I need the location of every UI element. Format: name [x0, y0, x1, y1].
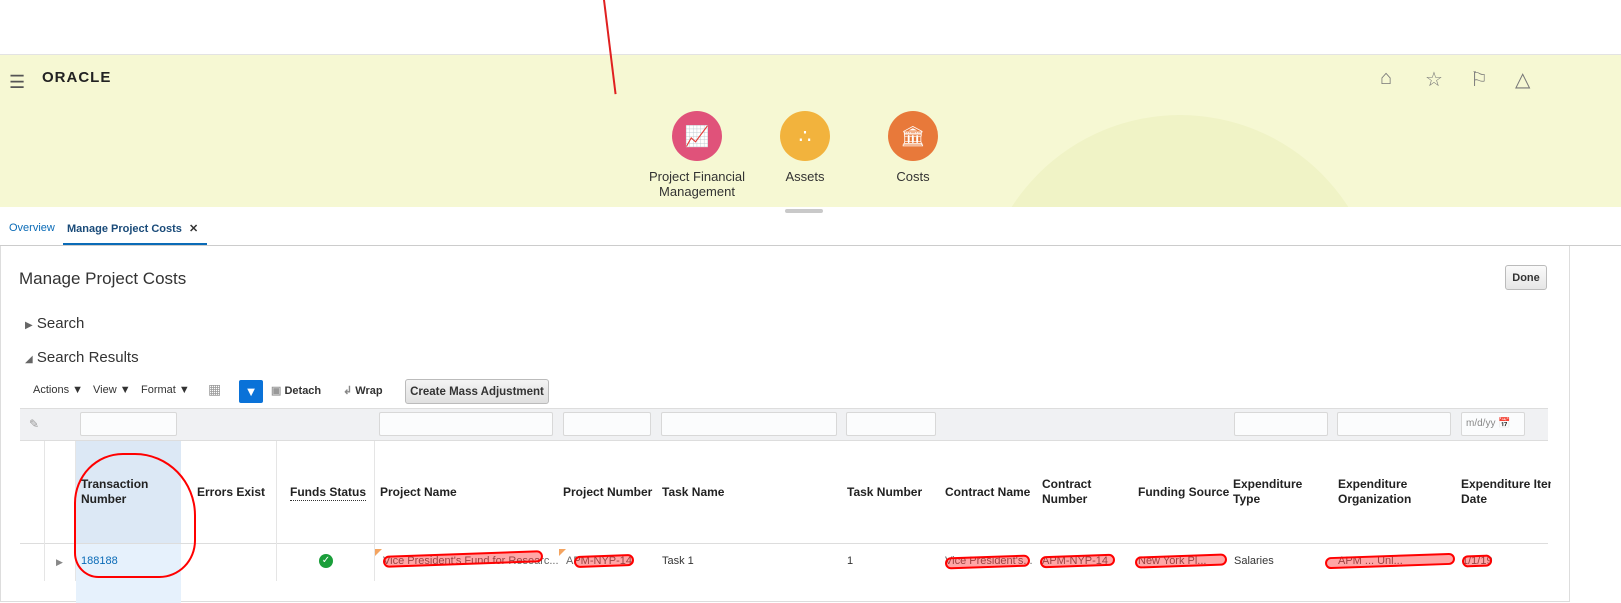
oracle-logo[interactable]: ORACLE	[42, 69, 111, 86]
filter-task-name[interactable]	[661, 412, 837, 436]
header-task-number[interactable]: Task Number	[847, 485, 922, 500]
query-by-example-button[interactable]: ▼	[239, 380, 263, 403]
annotation-circle	[74, 453, 196, 578]
assets-icon: ∴	[780, 111, 830, 161]
search-section-toggle[interactable]: ▶ Search	[25, 315, 84, 332]
filter-expenditure-date[interactable]: m/d/yy 📅	[1461, 412, 1525, 436]
header-expenditure-type[interactable]: Expenditure Type	[1233, 477, 1313, 507]
app-assets[interactable]: ∴ Assets	[745, 111, 865, 184]
page-title: Manage Project Costs	[19, 269, 187, 288]
freeze-columns-icon[interactable]: ▦	[208, 381, 221, 398]
filter-project-number[interactable]	[563, 412, 651, 436]
menu-icon[interactable]: ☰	[9, 72, 25, 93]
favorites-star-icon[interactable]: ☆	[1425, 67, 1443, 92]
chart-icon: 📈	[672, 111, 722, 161]
header-funding-source[interactable]: Funding Source	[1138, 485, 1229, 500]
close-icon[interactable]: ✕	[189, 223, 198, 235]
expand-triangle-icon: ▶	[25, 320, 33, 331]
global-header: ☰ ORACLE ⌂ ☆ ⚐ △ 📈 Project Financial Man…	[0, 55, 1621, 207]
app-project-financial-management[interactable]: 📈 Project Financial Management	[637, 111, 757, 199]
header-project-number[interactable]: Project Number	[563, 485, 652, 500]
view-menu[interactable]: View ▼	[93, 384, 131, 396]
tab-overview[interactable]: Overview	[5, 222, 59, 242]
wrap-button[interactable]: ↲ Wrap	[343, 384, 383, 397]
filter-expenditure-type[interactable]	[1234, 412, 1328, 436]
tab-bar: Overview Manage Project Costs ✕	[0, 216, 1621, 246]
filter-expenditure-org[interactable]	[1337, 412, 1451, 436]
header-contract-name[interactable]: Contract Name	[945, 485, 1030, 500]
done-button[interactable]: Done	[1505, 265, 1547, 290]
header-contract-number[interactable]: Contract Number	[1042, 477, 1122, 507]
header-task-name[interactable]: Task Name	[662, 485, 724, 500]
funds-status-check-icon: ✓	[319, 554, 333, 568]
create-mass-adjustment-button[interactable]: Create Mass Adjustment	[405, 379, 549, 404]
task-number-value: 1	[847, 555, 854, 567]
detach-button[interactable]: ▣ Detach	[271, 384, 321, 397]
expenditure-type-value: Salaries	[1234, 555, 1274, 567]
flag-icon[interactable]: ⚐	[1470, 67, 1488, 92]
app-costs[interactable]: 🏛 Costs	[853, 111, 973, 184]
filter-transaction-number[interactable]	[80, 412, 177, 436]
calendar-icon[interactable]: 📅	[1498, 418, 1510, 429]
collapse-handle[interactable]	[785, 209, 823, 213]
bank-icon: 🏛	[888, 111, 938, 161]
task-name-value: Task 1	[662, 555, 694, 567]
actions-menu[interactable]: Actions ▼	[33, 384, 83, 396]
top-band	[0, 0, 1621, 55]
edit-pencil-icon: ✎	[29, 417, 40, 431]
header-funds-status[interactable]: Funds Status	[290, 485, 367, 501]
notifications-bell-icon[interactable]: △	[1515, 67, 1530, 92]
changed-indicator	[559, 549, 566, 556]
tab-manage-project-costs[interactable]: Manage Project Costs ✕	[63, 222, 207, 245]
home-icon[interactable]: ⌂	[1380, 67, 1392, 90]
detach-icon: ▣	[271, 385, 282, 397]
filter-task-number[interactable]	[846, 412, 936, 436]
expand-row-icon[interactable]: ▶	[56, 557, 63, 568]
wrap-icon: ↲	[343, 385, 353, 397]
header-expenditure-organization[interactable]: Expenditure Organization	[1338, 477, 1438, 507]
redaction-scribble	[1461, 554, 1493, 568]
header-project-name[interactable]: Project Name	[380, 485, 457, 500]
changed-indicator	[375, 549, 382, 556]
search-results-section-toggle[interactable]: ◢ Search Results	[25, 349, 139, 366]
filter-project-name[interactable]	[379, 412, 553, 436]
redaction-scribble	[573, 553, 635, 569]
header-errors-exist[interactable]: Errors Exist	[197, 485, 265, 500]
collapse-triangle-icon: ◢	[25, 354, 33, 365]
header-expenditure-item-date[interactable]: Expenditure Item Date	[1461, 477, 1551, 507]
format-menu[interactable]: Format ▼	[141, 384, 190, 396]
